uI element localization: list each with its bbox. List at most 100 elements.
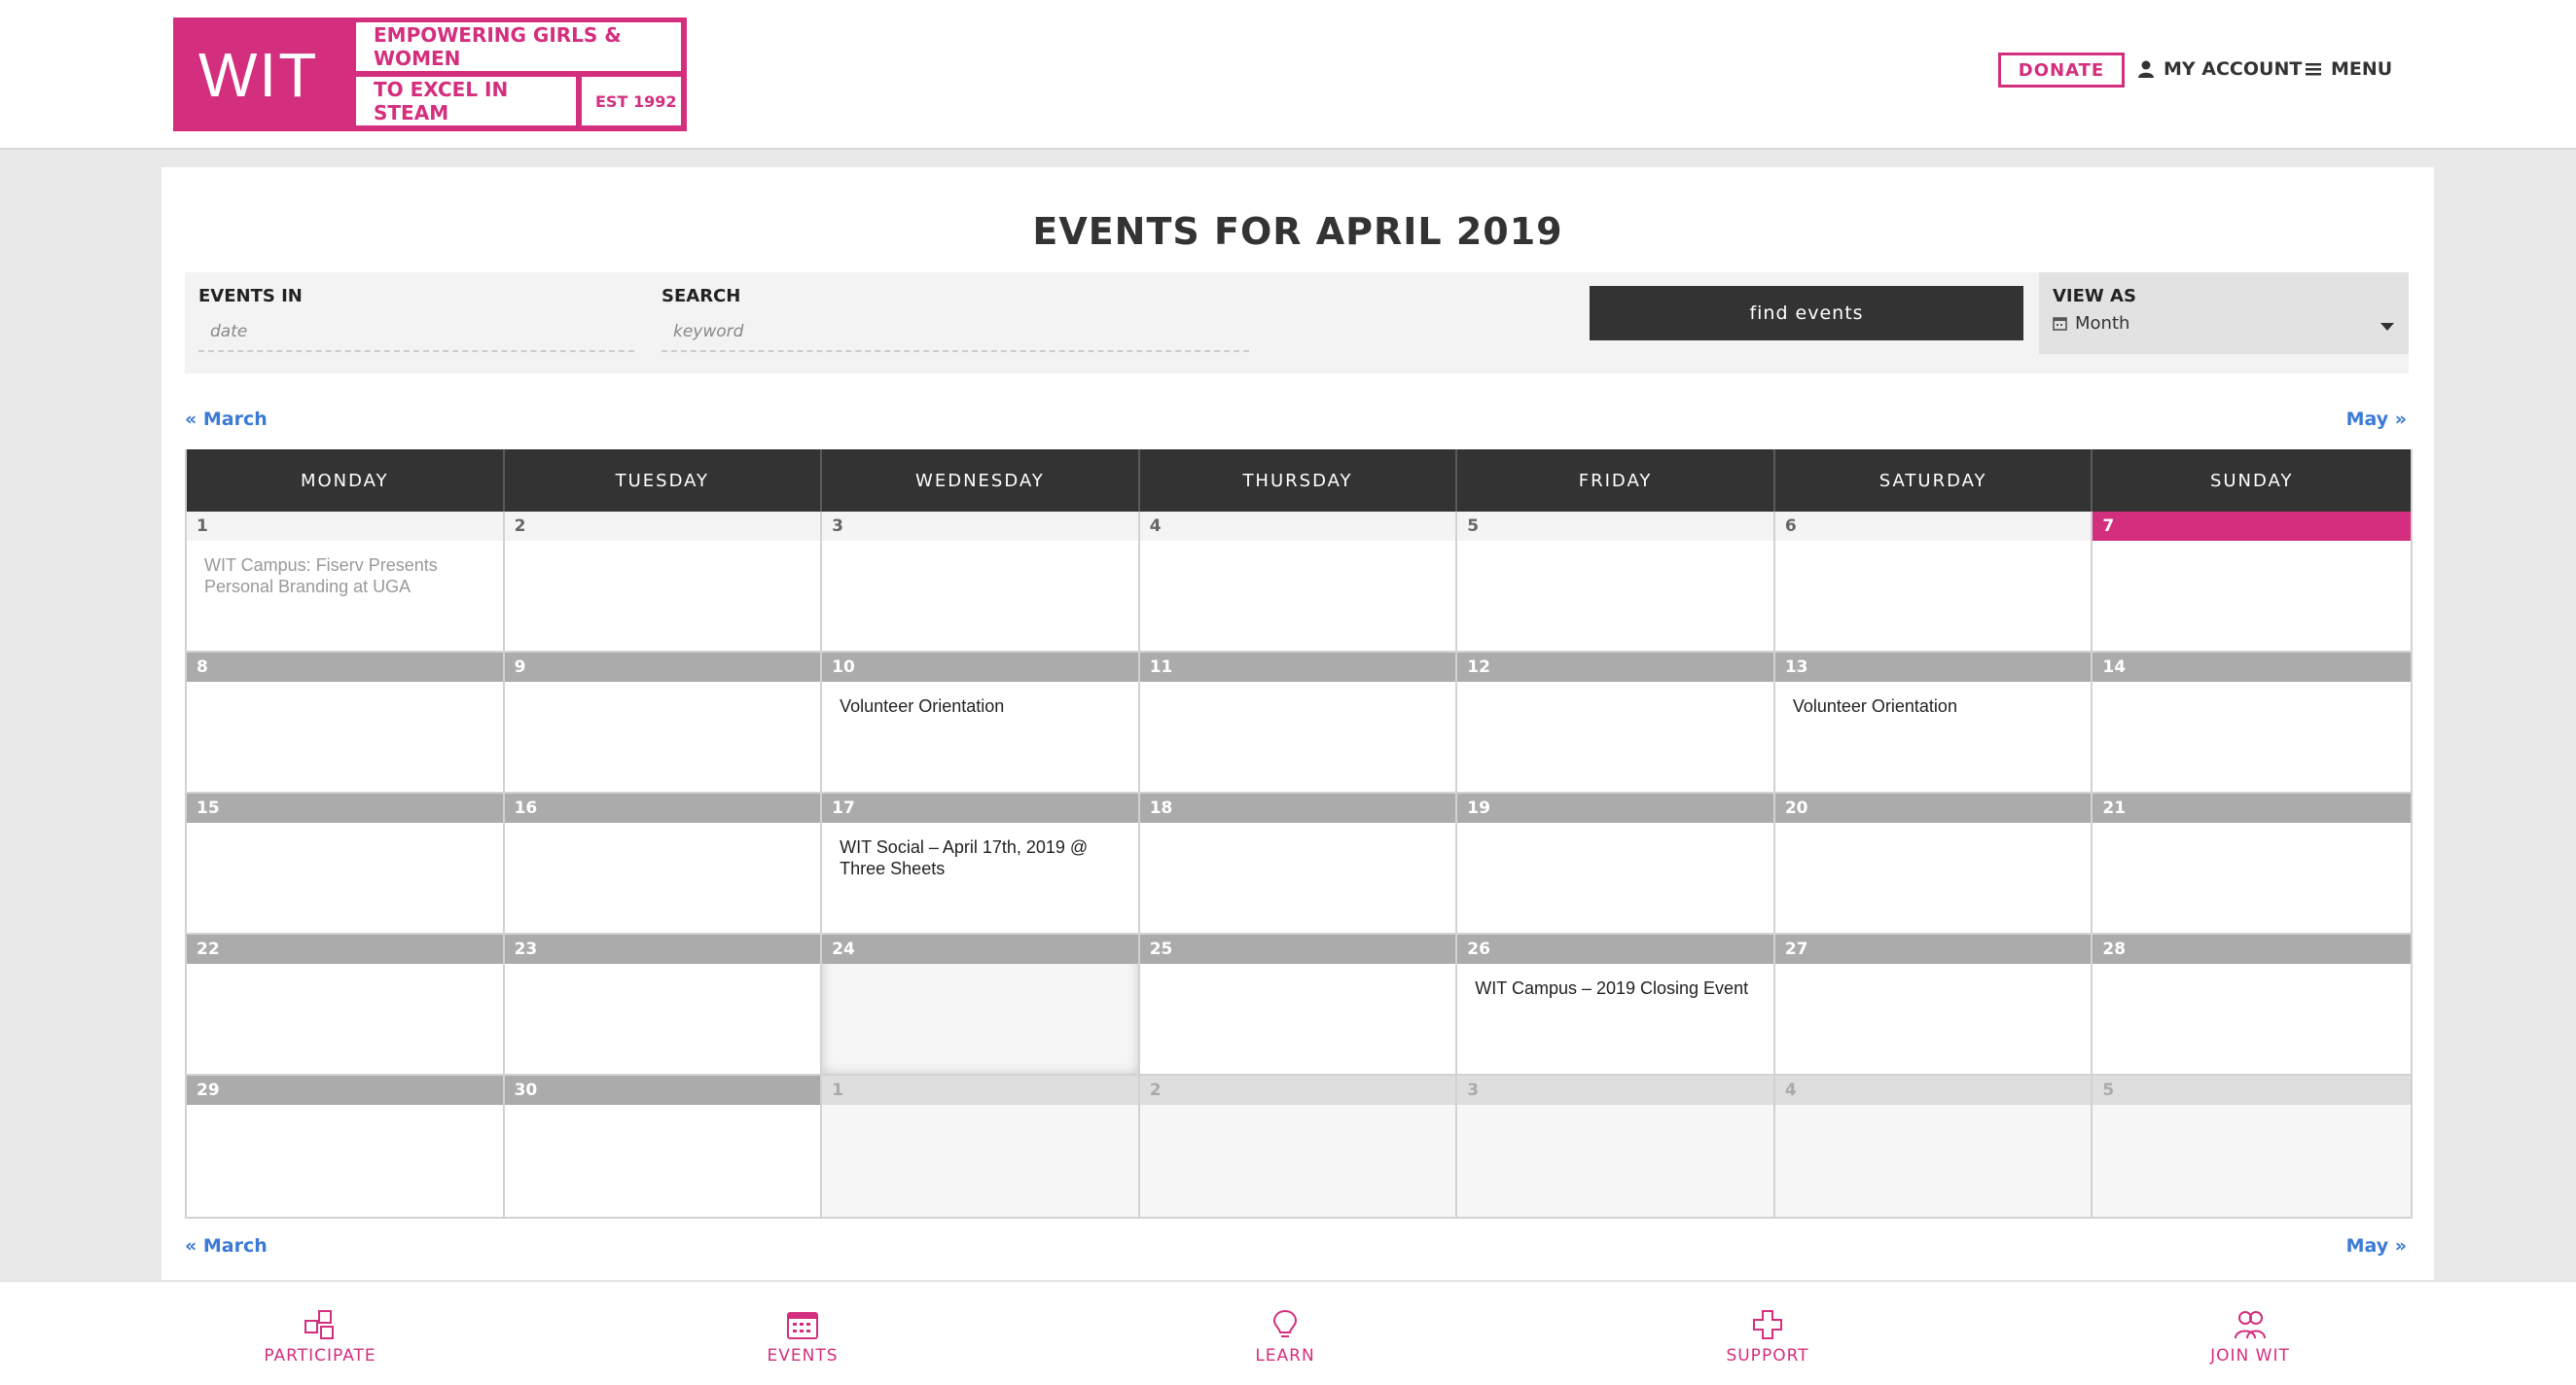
day-cell[interactable]: 8	[187, 653, 505, 794]
day-cell[interactable]: 12	[1457, 653, 1775, 794]
event-link[interactable]: WIT Campus: Fiserv Presents Personal Bra…	[187, 541, 503, 597]
weekday-thursday: THURSDAY	[1140, 449, 1458, 512]
event-link[interactable]: Volunteer Orientation	[822, 682, 1138, 717]
day-number: 15	[187, 794, 503, 823]
nav-join[interactable]: JOIN WIT	[2153, 1309, 2347, 1366]
day-cell[interactable]: 16	[504, 794, 823, 935]
bottom-navigation: PARTICIPATE EVENTS LEARN SUPPORT JOIN WI…	[0, 1280, 2576, 1385]
view-as-select[interactable]: VIEW AS Month	[2039, 272, 2409, 354]
day-number: 9	[504, 653, 821, 682]
day-number: 10	[822, 653, 1138, 682]
day-cell[interactable]: 1 WIT Campus: Fiserv Presents Personal B…	[187, 512, 505, 653]
nav-learn[interactable]: LEARN	[1188, 1309, 1382, 1366]
view-as-label: VIEW AS	[2053, 286, 2136, 306]
event-link[interactable]: Volunteer Orientation	[1775, 682, 2092, 717]
events-card: EVENTS FOR APRIL 2019 EVENTS IN date SEA…	[161, 167, 2434, 1286]
day-cell-next-month[interactable]: 5	[2093, 1076, 2411, 1217]
event-link[interactable]: WIT Social – April 17th, 2019 @ Three Sh…	[822, 823, 1138, 879]
user-icon	[2138, 60, 2154, 78]
nav-support-label: SUPPORT	[1726, 1346, 1809, 1366]
calendar-small-icon	[2053, 316, 2067, 331]
day-cell-next-month[interactable]: 1	[822, 1076, 1140, 1217]
day-number: 20	[1774, 794, 2092, 823]
day-cell[interactable]: 23	[504, 935, 823, 1076]
day-cell-today[interactable]: 7	[2093, 512, 2411, 653]
logo-tagline-1: EMPOWERING GIRLS & WOMEN	[356, 22, 681, 71]
day-cell[interactable]: 6	[1774, 512, 2093, 653]
keyword-input[interactable]: keyword	[662, 313, 1249, 352]
day-cell[interactable]: 22	[187, 935, 505, 1076]
donate-button[interactable]: DONATE	[1998, 53, 2125, 88]
nav-support[interactable]: SUPPORT	[1670, 1309, 1865, 1366]
day-number: 12	[1457, 653, 1773, 682]
day-number: 4	[1774, 1076, 2092, 1105]
menu-button[interactable]: MENU	[2306, 54, 2392, 84]
day-number: 3	[822, 512, 1138, 541]
day-number: 19	[1457, 794, 1773, 823]
day-cell[interactable]: 27	[1774, 935, 2093, 1076]
day-number: 29	[187, 1076, 503, 1105]
calendar-week: 8 9 10 Volunteer Orientation 11 12 13 Vo…	[187, 653, 2411, 794]
weekday-sunday: SUNDAY	[2209, 470, 2294, 491]
find-events-button[interactable]: find events	[1590, 286, 2023, 340]
day-number: 11	[1139, 653, 1456, 682]
day-number: 30	[504, 1076, 821, 1105]
day-cell[interactable]: 26 WIT Campus – 2019 Closing Event	[1457, 935, 1775, 1076]
day-cell[interactable]: 4	[1139, 512, 1458, 653]
day-cell[interactable]: 10 Volunteer Orientation	[822, 653, 1140, 794]
view-as-value-wrap: Month	[2053, 313, 2129, 334]
day-cell[interactable]: 11	[1139, 653, 1458, 794]
wit-logo[interactable]: WIT EMPOWERING GIRLS & WOMEN TO EXCEL IN…	[173, 18, 687, 131]
day-cell[interactable]: 30	[504, 1076, 823, 1217]
day-cell[interactable]: 15	[187, 794, 505, 935]
my-account-label: MY ACCOUNT	[2164, 58, 2303, 80]
day-cell[interactable]: 17 WIT Social – April 17th, 2019 @ Three…	[822, 794, 1140, 935]
day-cell[interactable]: 18	[1139, 794, 1458, 935]
day-number: 27	[1774, 935, 2092, 964]
day-number: 26	[1457, 935, 1773, 964]
day-cell[interactable]: 25	[1139, 935, 1458, 1076]
day-cell-next-month[interactable]: 3	[1457, 1076, 1775, 1217]
day-cell-hovered[interactable]: 24	[822, 935, 1140, 1076]
nav-events[interactable]: EVENTS	[705, 1309, 900, 1366]
events-in-label: EVENTS IN	[198, 286, 303, 306]
day-cell[interactable]: 21	[2093, 794, 2411, 935]
day-number: 16	[504, 794, 821, 823]
participate-icon	[304, 1310, 334, 1339]
prev-month-link-bottom[interactable]: « March	[185, 1235, 268, 1257]
date-input[interactable]: date	[198, 313, 634, 352]
day-cell[interactable]: 28	[2093, 935, 2411, 1076]
menu-label: MENU	[2331, 58, 2393, 80]
weekday-monday: MONDAY	[187, 449, 505, 512]
day-cell[interactable]: 14	[2093, 653, 2411, 794]
day-number: 3	[1457, 1076, 1773, 1105]
search-label: SEARCH	[662, 286, 741, 306]
calendar-icon	[787, 1312, 818, 1339]
day-number: 1	[187, 512, 503, 541]
day-cell[interactable]: 29	[187, 1076, 505, 1217]
day-cell[interactable]: 2	[504, 512, 823, 653]
plus-icon	[1753, 1310, 1782, 1339]
day-number: 23	[504, 935, 821, 964]
day-cell[interactable]: 3	[822, 512, 1140, 653]
next-month-link-bottom[interactable]: May »	[2346, 1235, 2407, 1257]
day-cell[interactable]: 19	[1457, 794, 1775, 935]
day-number: 17	[822, 794, 1138, 823]
next-month-link[interactable]: May »	[2346, 408, 2407, 430]
day-cell-next-month[interactable]: 2	[1139, 1076, 1458, 1217]
day-cell[interactable]: 20	[1774, 794, 2093, 935]
day-cell[interactable]: 13 Volunteer Orientation	[1774, 653, 2093, 794]
day-cell[interactable]: 9	[504, 653, 823, 794]
prev-month-link[interactable]: « March	[185, 408, 268, 430]
day-cell-next-month[interactable]: 4	[1774, 1076, 2093, 1217]
logo-tagline-2: TO EXCEL IN STEAM	[356, 77, 576, 125]
my-account-link[interactable]: MY ACCOUNT	[2138, 54, 2302, 84]
event-link[interactable]: WIT Campus – 2019 Closing Event	[1457, 964, 1773, 999]
page-title: EVENTS FOR APRIL 2019	[1032, 210, 1563, 253]
day-number: 2	[1139, 1076, 1456, 1105]
nav-participate[interactable]: PARTICIPATE	[223, 1309, 417, 1366]
nav-learn-label: LEARN	[1255, 1346, 1315, 1366]
month-calendar: MONDAY TUESDAY WEDNESDAY THURSDAY FRIDAY…	[185, 449, 2413, 1219]
day-number: 25	[1139, 935, 1456, 964]
day-cell[interactable]: 5	[1457, 512, 1775, 653]
